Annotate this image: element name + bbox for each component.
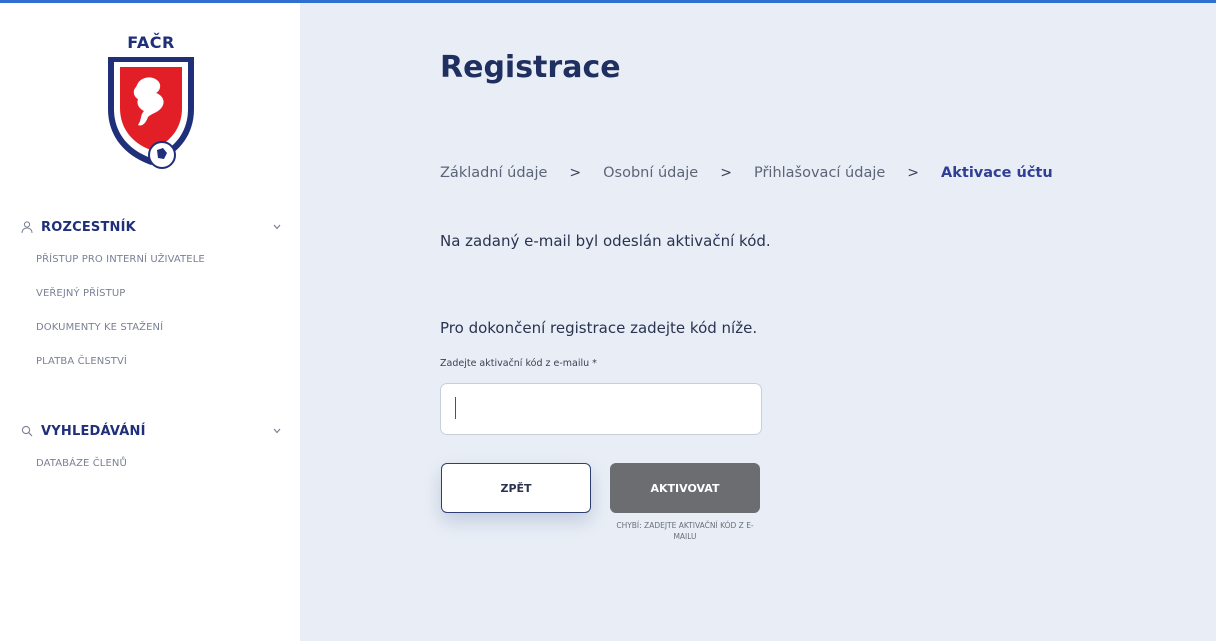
nav-head-rozcestnik[interactable]: ROZCESTNÍK — [20, 217, 282, 237]
activation-code-input[interactable] — [440, 383, 762, 435]
sidebar-item-internal-access[interactable]: PŘÍSTUP PRO INTERNÍ UŽIVATELE — [36, 243, 282, 277]
registration-steps: Základní údaje > Osobní údaje > Přihlašo… — [440, 162, 1053, 184]
chevron-down-icon[interactable] — [272, 426, 282, 436]
text-caret — [455, 397, 456, 419]
step-separator: > — [907, 165, 920, 181]
sidebar-item-downloads[interactable]: DOKUMENTY KE STAŽENÍ — [36, 311, 282, 345]
sent-code-message: Na zadaný e-mail byl odeslán aktivační k… — [440, 232, 771, 250]
shield-lion-icon — [108, 57, 194, 169]
step-account-activation: Aktivace účtu — [941, 165, 1053, 181]
step-login-info: Přihlašovací údaje — [753, 165, 886, 181]
user-icon — [20, 220, 34, 234]
logo-text: FAČR — [127, 33, 175, 52]
facr-logo[interactable]: FAČR — [96, 33, 206, 173]
nav-head-label: ROZCESTNÍK — [41, 219, 136, 235]
nav-head-label: VYHLEDÁVÁNÍ — [41, 423, 146, 439]
search-icon — [20, 424, 34, 438]
validation-error: CHYBÍ: ZADEJTE AKTIVAČNÍ KÓD Z E-MAILU — [616, 521, 754, 541]
step-personal-info: Osobní údaje — [603, 165, 699, 181]
chevron-down-icon[interactable] — [272, 222, 282, 232]
sidebar: FAČR ROZCESTNÍK PŘÍSTUP PRO INTERNÍ UŽIV… — [0, 3, 300, 641]
step-basic-info: Základní údaje — [440, 165, 548, 181]
sidebar-item-membership-payment[interactable]: PLATBA ČLENSTVÍ — [36, 345, 282, 379]
nav-section-vyhledavani: VYHLEDÁVÁNÍ DATABÁZE ČLENŮ — [20, 421, 282, 481]
nav-section-rozcestnik: ROZCESTNÍK PŘÍSTUP PRO INTERNÍ UŽIVATELE… — [20, 217, 282, 379]
instruction-text: Pro dokončení registrace zadejte kód níž… — [440, 319, 758, 337]
activate-button[interactable]: AKTIVOVAT — [610, 463, 760, 513]
sidebar-item-member-database[interactable]: DATABÁZE ČLENŮ — [36, 447, 282, 481]
step-separator: > — [569, 165, 582, 181]
back-button[interactable]: ZPĚT — [441, 463, 591, 513]
activation-code-label: Zadejte aktivační kód z e-mailu * — [440, 358, 597, 369]
nav-head-vyhledavani[interactable]: VYHLEDÁVÁNÍ — [20, 421, 282, 441]
step-separator: > — [720, 165, 732, 181]
page-title: Registrace — [440, 50, 621, 85]
sidebar-item-public-access[interactable]: VEŘEJNÝ PŘÍSTUP — [36, 277, 282, 311]
